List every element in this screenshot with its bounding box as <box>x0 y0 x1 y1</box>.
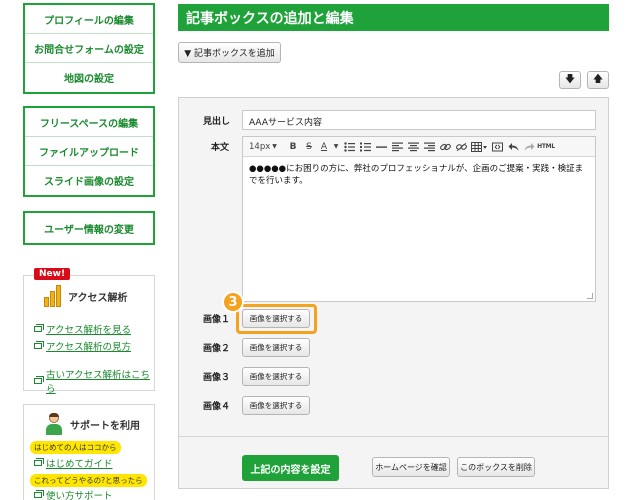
step-number-badge: 3 <box>222 291 244 313</box>
rich-text-editor: 14px ▼ B S A ▼ HTML ●●●●●にお困りの方に、弊社のプロフェ… <box>242 136 596 302</box>
move-down-button[interactable]: 🡇 <box>559 71 581 89</box>
link-old-analytics[interactable]: 古いアクセス解析はこちら <box>34 367 154 395</box>
editor-body[interactable]: ●●●●●にお困りの方に、弊社のプロフェッショナルが、企画のご提案・実践・検証ま… <box>243 157 595 193</box>
html-mode-button[interactable]: HTML <box>537 139 555 155</box>
editor-toolbar: 14px ▼ B S A ▼ HTML <box>243 137 595 157</box>
page-title: 記事ボックスの追加と編集 <box>178 4 609 31</box>
link-usage-support-label: 使い方サポート <box>46 491 113 500</box>
strikethrough-button[interactable]: S <box>301 139 317 155</box>
redo-icon[interactable] <box>521 139 537 155</box>
analytics-panel: New! アクセス解析 アクセス解析を見る アクセス解析の見方 古いアクセス解析… <box>23 268 155 395</box>
analytics-title: アクセス解析 <box>68 292 128 304</box>
sidebar-item-free-space[interactable]: フリースペースの編集 <box>25 108 153 137</box>
arrow-down-icon: 🡇 <box>564 73 576 85</box>
arrow-up-icon: 🡅 <box>592 73 604 85</box>
add-article-box-button[interactable]: ▼ 記事ボックスを追加 <box>178 42 281 63</box>
unlink-icon[interactable] <box>453 139 469 155</box>
save-settings-button[interactable]: 上記の内容を設定 <box>242 455 339 481</box>
sidebar-group-content: フリースペースの編集 ファイルアップロード スライド画像の設定 <box>23 106 155 197</box>
align-right-icon[interactable] <box>421 139 437 155</box>
font-size-value: 14px <box>249 141 271 152</box>
body-label: 本文 <box>211 143 230 153</box>
delete-box-button[interactable]: このボックスを削除 <box>457 457 535 477</box>
bullet-list-icon[interactable] <box>341 139 357 155</box>
link-old-analytics-label: 古いアクセス解析はこちら <box>46 370 151 395</box>
select-image-4-button[interactable]: 画像を選択する <box>242 396 310 415</box>
align-center-icon[interactable] <box>405 139 421 155</box>
step-highlight-frame <box>236 304 317 334</box>
bar-chart-icon <box>44 285 62 307</box>
external-window-icon <box>34 458 44 466</box>
undo-icon[interactable] <box>505 139 521 155</box>
link-beginner-guide-label: はじめてガイド <box>46 459 113 470</box>
support-person-icon <box>44 413 64 435</box>
sidebar-group-user: ユーザー情報の変更 <box>23 211 155 245</box>
sidebar-group-settings: プロフィールの編集 お問合せフォームの設定 地図の設定 <box>23 3 155 94</box>
resize-handle-icon[interactable] <box>587 293 593 299</box>
support-header: サポートを利用 <box>44 413 140 435</box>
howto-tag: これってどうやるの?と思ったら <box>30 474 147 487</box>
link-view-analytics-label: アクセス解析を見る <box>46 325 132 336</box>
beginner-tag: はじめての人はココから <box>30 441 121 454</box>
move-up-button[interactable]: 🡅 <box>587 71 609 89</box>
table-icon[interactable] <box>469 139 489 155</box>
support-panel: サポートを利用 はじめての人はココから はじめてガイド これってどうやるの?と思… <box>23 404 155 500</box>
text-color-button[interactable]: A <box>317 139 331 155</box>
font-size-select[interactable]: 14px ▼ <box>247 142 285 152</box>
link-analytics-howto-label: アクセス解析の見方 <box>46 342 132 353</box>
select-image-3-button[interactable]: 画像を選択する <box>242 367 310 386</box>
box-divider <box>179 436 608 437</box>
heading-input[interactable]: AAAサービス内容 <box>242 110 596 130</box>
analytics-header: アクセス解析 <box>44 285 128 307</box>
heading-label: 見出し <box>203 117 231 127</box>
sidebar-item-file-upload[interactable]: ファイルアップロード <box>25 137 153 166</box>
horizontal-rule-icon[interactable] <box>373 139 389 155</box>
sidebar-item-slide-images[interactable]: スライド画像の設定 <box>25 166 153 195</box>
link-usage-support[interactable]: 使い方サポート <box>34 488 113 500</box>
link-view-analytics[interactable]: アクセス解析を見る <box>34 322 131 336</box>
numbered-list-icon[interactable] <box>357 139 373 155</box>
image-3-label: 画像３ <box>203 373 231 383</box>
external-window-icon <box>34 324 44 332</box>
link-beginner-guide[interactable]: はじめてガイド <box>34 456 113 470</box>
external-window-icon <box>34 376 44 384</box>
new-badge: New! <box>34 268 71 280</box>
support-title: サポートを利用 <box>70 420 140 432</box>
select-image-2-button[interactable]: 画像を選択する <box>242 338 310 357</box>
link-analytics-howto[interactable]: アクセス解析の見方 <box>34 339 131 353</box>
source-code-icon[interactable] <box>489 139 505 155</box>
image-2-label: 画像２ <box>203 344 231 354</box>
bold-button[interactable]: B <box>285 139 301 155</box>
view-homepage-button[interactable]: ホームページを確認 <box>372 457 450 477</box>
sidebar-item-user-info[interactable]: ユーザー情報の変更 <box>25 213 153 243</box>
link-icon[interactable] <box>437 139 453 155</box>
sidebar-item-contact-form[interactable]: お問合せフォームの設定 <box>25 34 153 63</box>
image-4-label: 画像４ <box>203 402 231 412</box>
sidebar-item-map[interactable]: 地図の設定 <box>25 63 153 92</box>
dropdown-arrow-icon: ▼ <box>272 143 277 150</box>
external-window-icon <box>34 490 44 498</box>
align-left-icon[interactable] <box>389 139 405 155</box>
sidebar-item-profile[interactable]: プロフィールの編集 <box>25 5 153 34</box>
image-1-label: 画像１ <box>203 315 231 325</box>
external-window-icon <box>34 341 44 349</box>
text-color-dropdown-icon[interactable]: ▼ <box>331 139 341 155</box>
